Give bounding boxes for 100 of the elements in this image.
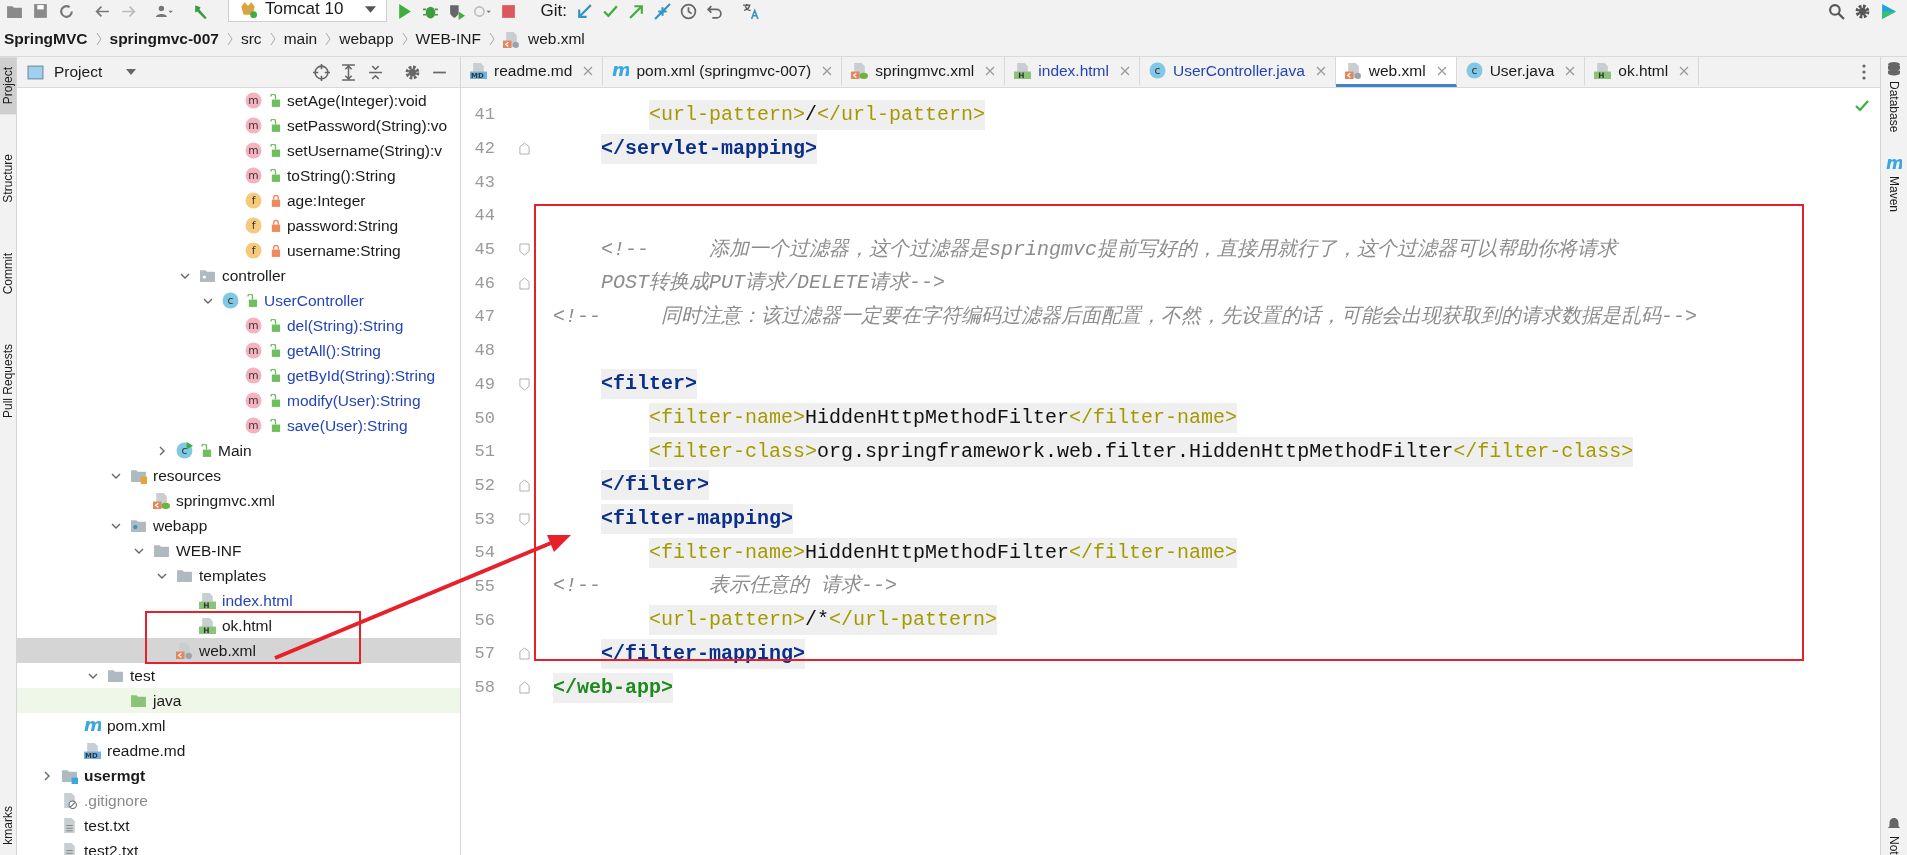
tool-window-tab[interactable]: Not <box>1887 836 1901 855</box>
close-icon[interactable] <box>1315 65 1326 76</box>
tree-item[interactable]: m setUsername(String):v <box>17 138 460 163</box>
code-token: </filter-name> <box>1069 537 1238 568</box>
caret-icon[interactable] <box>126 69 137 75</box>
tree-item[interactable]: web.xml <box>17 638 460 663</box>
tree-item[interactable]: c Main <box>17 438 460 463</box>
editor-tab[interactable]: m pom.xml (springmvc-007) <box>603 57 843 87</box>
breadcrumb-item[interactable]: WEB-INF <box>415 30 481 48</box>
fold-marker-icon[interactable] <box>518 276 530 290</box>
tree-item[interactable]: m getAll():String <box>17 338 460 363</box>
save-icon[interactable] <box>32 2 49 20</box>
tool-window-tab[interactable]: Database <box>1887 81 1901 133</box>
tree-item[interactable]: m pom.xml <box>17 713 460 738</box>
breadcrumb-item[interactable]: SpringMVC <box>4 30 88 48</box>
tree-item[interactable]: f username:String <box>17 238 460 263</box>
database-icon[interactable] <box>1886 61 1902 77</box>
target-icon[interactable] <box>313 63 330 81</box>
expand-all-icon[interactable] <box>340 63 357 81</box>
code-token: </filter-mapping> <box>601 638 806 669</box>
tree-item[interactable]: m modify(User):String <box>17 388 460 413</box>
panel-title[interactable]: Project <box>54 63 103 81</box>
close-icon[interactable] <box>822 65 833 76</box>
code-token: </servlet-mapping> <box>601 133 818 164</box>
tree-item[interactable]: m toString():String <box>17 163 460 188</box>
fold-marker-icon[interactable] <box>518 647 530 661</box>
tree-item[interactable]: springmvc.xml <box>17 488 460 513</box>
close-icon[interactable] <box>985 65 996 76</box>
tree-item[interactable]: f age:Integer <box>17 188 460 213</box>
tree-item[interactable]: test.txt <box>17 813 460 838</box>
settings-icon[interactable] <box>1854 2 1871 20</box>
tree-item[interactable]: usermgt <box>17 763 460 788</box>
window-icon <box>27 63 44 81</box>
fold-marker-icon[interactable] <box>518 377 530 391</box>
fold-marker-icon[interactable] <box>518 478 530 492</box>
tool-window-tab[interactable]: Structure <box>0 144 16 214</box>
line-number: 56 <box>473 610 495 630</box>
tree-item[interactable]: m getById(String):String <box>17 363 460 388</box>
tree-item[interactable]: controller <box>17 263 460 288</box>
tree-item[interactable]: webapp <box>17 513 460 538</box>
settings-icon[interactable] <box>404 63 421 81</box>
close-icon[interactable] <box>1436 65 1447 76</box>
line-number: 49 <box>473 374 495 394</box>
tool-window-tab[interactable]: kmarks <box>0 796 16 855</box>
breadcrumb-item[interactable]: webapp <box>339 30 394 48</box>
more-options-icon[interactable] <box>1862 64 1866 80</box>
close-icon[interactable] <box>583 65 594 76</box>
tool-window-tab[interactable]: Pull Requests <box>0 334 16 429</box>
run-configuration-dropdown[interactable]: Tomcat 10 <box>228 0 388 22</box>
tree-item[interactable]: c UserController <box>17 288 460 313</box>
tree-item[interactable]: WEB-INF <box>17 538 460 563</box>
tree-item[interactable]: m del(String):String <box>17 313 460 338</box>
close-icon[interactable] <box>1679 65 1690 76</box>
tree-item[interactable]: f password:String <box>17 213 460 238</box>
stop-icon[interactable] <box>500 2 518 20</box>
run-icon[interactable] <box>396 2 414 20</box>
tree-item[interactable]: m setAge(Integer):void <box>17 88 460 113</box>
breadcrumb-item[interactable]: src <box>240 30 262 48</box>
tree-item[interactable]: templates <box>17 563 460 588</box>
fold-marker-icon[interactable] <box>518 681 530 695</box>
merge-arrows-icon[interactable] <box>653 2 671 20</box>
breadcrumb-item[interactable]: web.xml <box>527 30 585 48</box>
tool-window-tab[interactable]: Commit <box>0 243 16 305</box>
tree-item[interactable]: resources <box>17 463 460 488</box>
collapse-all-icon[interactable] <box>367 63 384 81</box>
translate-icon[interactable] <box>741 2 759 20</box>
tree-item[interactable]: .gitignore <box>17 788 460 813</box>
field-icon: f <box>245 217 262 234</box>
code-token: </filter> <box>601 470 710 501</box>
tool-window-tab[interactable]: Project <box>0 57 16 115</box>
line-number: 42 <box>473 139 495 159</box>
breadcrumb-item[interactable]: springmvc-007 <box>109 30 219 48</box>
editor-tab[interactable]: web.xml <box>1335 57 1457 87</box>
tree-item[interactable]: test2.txt <box>17 838 460 855</box>
fold-marker-icon[interactable] <box>518 512 530 526</box>
breadcrumb-item[interactable]: main <box>283 30 318 48</box>
close-icon[interactable] <box>1565 65 1576 76</box>
fold-marker-icon[interactable] <box>518 243 530 257</box>
tool-window-tab[interactable]: Maven <box>1887 176 1901 213</box>
tree-item[interactable]: java <box>17 688 460 713</box>
shield-run-icon[interactable] <box>448 2 466 20</box>
spring-xml-icon <box>153 492 170 509</box>
code-token: POST转换成PUT请求/DELETE请求--> <box>601 270 946 297</box>
logo-icon[interactable] <box>1880 2 1897 20</box>
editor-tab[interactable]: springmvc.xml <box>842 57 1006 87</box>
field-icon: f <box>245 242 262 259</box>
fold-marker-icon[interactable] <box>518 142 530 156</box>
line-number: 43 <box>473 172 495 192</box>
clock-icon[interactable] <box>679 2 697 20</box>
search-icon[interactable] <box>1828 2 1845 20</box>
tree-item[interactable]: m setPassword(String):vo <box>17 113 460 138</box>
tree-item[interactable]: test <box>17 663 460 688</box>
editor-tab[interactable]: c UserController.java <box>1139 57 1336 87</box>
close-icon[interactable] <box>1119 65 1130 76</box>
check-icon[interactable] <box>1854 98 1870 114</box>
push-arrow-icon[interactable] <box>627 2 645 20</box>
update-arrow-icon[interactable] <box>575 2 593 20</box>
refresh-icon[interactable] <box>58 2 75 20</box>
tree-item[interactable]: m save(User):String <box>17 413 460 438</box>
editor-tab[interactable]: c User.java <box>1456 57 1586 87</box>
